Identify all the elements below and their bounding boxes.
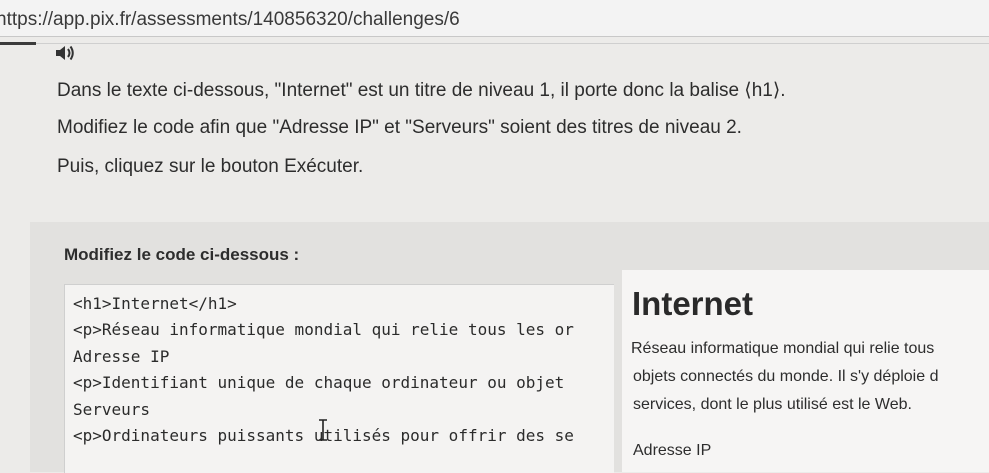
preview-next-line: Adresse IP — [633, 442, 712, 459]
preview-paragraph-line: Réseau informatique mondial qui relie to… — [631, 340, 935, 357]
code-line[interactable]: <h1>Internet</h1> — [73, 294, 237, 313]
text-cursor-icon — [317, 419, 329, 441]
preview-heading: Internet — [632, 285, 754, 322]
progress-indicator — [0, 42, 36, 45]
editor-title: Modifiez le code ci-dessous : — [64, 245, 300, 264]
browser-address-bar[interactable]: nttps://app.pix.fr/assessments/140856320… — [0, 0, 989, 37]
code-line[interactable]: <p>Réseau informatique mondial qui relie… — [73, 320, 574, 339]
code-line[interactable]: <p>Identifiant unique de chaque ordinate… — [73, 373, 564, 392]
code-line[interactable]: Serveurs — [73, 400, 150, 419]
divider — [36, 43, 989, 44]
instruction-line-3: Puis, cliquez sur le bouton Exécuter. — [57, 156, 364, 177]
instruction-line-2: Modifiez le code afin que "Adresse IP" e… — [57, 117, 742, 138]
instruction-line-1: Dans le texte ci-dessous, "Internet" est… — [57, 80, 786, 101]
url-text[interactable]: nttps://app.pix.fr/assessments/140856320… — [0, 9, 460, 31]
code-editor[interactable]: <h1>Internet</h1> <p>Réseau informatique… — [64, 284, 614, 473]
code-line[interactable]: Adresse IP — [73, 347, 169, 366]
speaker-icon[interactable] — [54, 44, 76, 62]
preview-paragraph-line: services, dont le plus utilisé est le We… — [633, 396, 912, 413]
preview-paragraph-line: objets connectés du monde. Il s'y déploi… — [633, 368, 939, 385]
